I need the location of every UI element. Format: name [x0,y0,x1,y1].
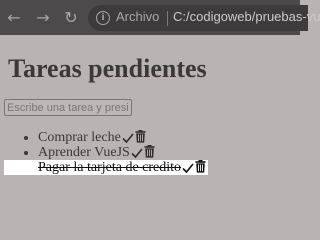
task-text: Comprar leche [38,130,121,145]
url-separator [167,11,168,26]
trash-icon[interactable] [135,130,146,143]
task-text: Pagar la tarjeta de credito [38,160,182,175]
task-item: Comprar leche [38,130,208,145]
url-text[interactable]: C:/codigoweb/pruebas-vu [173,9,320,24]
page-title: Tareas pendientes [8,54,207,83]
trash-icon[interactable] [195,160,206,173]
task-text: Aprender VueJS [38,145,130,160]
new-task-input[interactable] [4,99,132,116]
check-icon[interactable] [122,132,134,144]
check-icon[interactable] [131,147,143,159]
reload-icon[interactable]: ↻ [61,8,81,28]
task-item: Aprender VueJS [38,145,208,160]
trash-icon[interactable] [144,145,155,158]
task-item-completed: Pagar la tarjeta de credito [4,160,208,175]
info-icon[interactable]: i [96,11,110,25]
forward-arrow-icon[interactable]: → [33,8,53,28]
check-icon[interactable] [182,162,194,174]
address-bar[interactable]: i Archivo C:/codigoweb/pruebas-vu [88,5,320,31]
url-scheme-label: Archivo [116,9,160,24]
browser-toolbar: ← → ↻ i Archivo C:/codigoweb/pruebas-vu [0,0,320,35]
back-arrow-icon[interactable]: ← [4,8,24,28]
task-list: Comprar leche Aprender VueJS Pagar la ta… [0,130,208,175]
